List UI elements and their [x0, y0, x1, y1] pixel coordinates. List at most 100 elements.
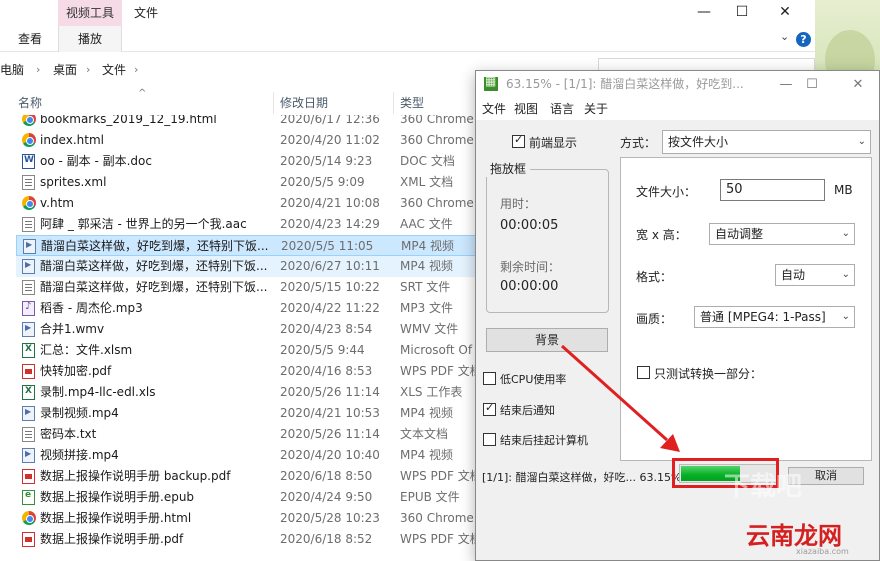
dialog-title: 63.15% - [1/1]: 醋溜白菜这样做，好吃到... [506, 77, 744, 91]
ribbon-help-area: ⌄ ? [780, 26, 816, 52]
help-icon[interactable]: ? [796, 32, 811, 47]
file-row[interactable]: 醋溜白菜这样做，好吃到爆，还特别下饭... 2020/6/27 10:11 MP4 … [16, 256, 475, 277]
dimensions-label: 宽 x 高： [636, 228, 687, 242]
media-file-icon [23, 239, 36, 254]
file-row[interactable]: 数据上报操作说明手册.epub 2020/4/24 9:50 EPUB 文件 [16, 487, 475, 508]
column-divider[interactable] [393, 92, 394, 114]
menu-language[interactable]: 语言 [550, 98, 574, 120]
chrome-file-icon [22, 115, 36, 126]
chevron-down-icon[interactable]: ⌄ [780, 30, 789, 43]
breadcrumb-separator-icon[interactable]: › [36, 58, 40, 82]
file-row[interactable]: 录制视频.mp4 2020/4/21 10:53 MP4 视频 [16, 403, 475, 424]
file-name: 醋溜白菜这样做，好吃到爆，还特别下饭... [40, 259, 268, 273]
text-file-icon [22, 427, 35, 442]
hibernate-checkbox[interactable] [483, 433, 496, 446]
xls-file-icon [22, 343, 35, 358]
format-value: 自动 [781, 268, 806, 282]
column-name[interactable]: 名称 [18, 92, 42, 114]
file-date: 2020/5/5 11:05 [281, 239, 374, 253]
file-row[interactable]: 录制.mp4-llc-edl.xls 2020/5/26 11:14 XLS 工作表 [16, 382, 475, 403]
breadcrumb-separator-icon[interactable]: › [86, 58, 90, 82]
breadcrumb-files[interactable]: 文件 [102, 58, 126, 82]
front-display-checkbox[interactable] [512, 133, 525, 148]
menu-file[interactable]: 文件 [482, 98, 506, 120]
tab-file[interactable]: 文件 [134, 0, 158, 26]
column-type[interactable]: 类型 [400, 92, 424, 114]
file-name: 稻香 - 周杰伦.mp3 [40, 301, 143, 315]
file-row[interactable]: 醋溜白菜这样做，好吃到爆，还特别下饭... 2020/5/5 11:05 MP4 视… [16, 235, 475, 256]
low-cpu-checkbox[interactable] [483, 372, 496, 385]
chevron-down-icon: ⌄ [841, 228, 850, 239]
file-row[interactable]: 视频拼接.mp4 2020/4/20 10:40 MP4 视频 [16, 445, 475, 466]
tab-view[interactable]: 查看 [18, 26, 42, 52]
close-button[interactable]: ✕ [762, 0, 808, 26]
maximize-button[interactable]: ☐ [719, 0, 765, 26]
file-date: 2020/5/28 10:23 [280, 511, 380, 525]
file-row[interactable]: 密码本.txt 2020/5/26 11:14 文本文档 [16, 424, 475, 445]
text-file-icon [22, 175, 35, 190]
file-type: WMV 文件 [400, 322, 459, 336]
file-row[interactable]: sprites.xml 2020/5/5 9:09 XML 文档 [16, 172, 475, 193]
background-button[interactable]: 背景 [486, 328, 608, 352]
menu-about[interactable]: 关于 [584, 98, 608, 120]
breadcrumb-computer[interactable]: 电脑 [0, 58, 24, 82]
file-type: MP4 视频 [400, 259, 454, 273]
breadcrumb-separator-icon[interactable]: › [134, 58, 138, 82]
mode-select[interactable]: 按文件大小 ⌄ [662, 130, 871, 154]
app-icon [484, 74, 498, 91]
quality-value: 普通 [MPEG4: 1-Pass] [700, 310, 826, 324]
watermark-logo: 云南龙网 xiazaiba.com [746, 516, 876, 556]
media-file-icon [22, 259, 35, 274]
file-date: 2020/4/21 10:53 [280, 406, 380, 420]
menu-view[interactable]: 视图 [514, 98, 538, 120]
file-name: v.htm [40, 196, 74, 210]
file-date: 2020/4/21 10:08 [280, 196, 380, 210]
file-type: WPS PDF 文档 [400, 364, 475, 378]
file-row[interactable]: bookmarks_2019_12_19.html 2020/6/17 12:36… [16, 115, 475, 130]
mode-value: 按文件大小 [668, 135, 729, 149]
tab-playback[interactable]: 播放 [58, 26, 122, 52]
file-type: XML 文档 [400, 175, 454, 189]
file-row[interactable]: 数据上报操作说明手册.pdf 2020/6/18 8:52 WPS PDF 文档 [16, 529, 475, 550]
format-select[interactable]: 自动 ⌄ [775, 264, 855, 286]
test-part-checkbox[interactable] [637, 366, 650, 379]
file-row[interactable]: 汇总：文件.xlsm 2020/5/5 9:44 Microsoft Of [16, 340, 475, 361]
file-row[interactable]: 快转加密.pdf 2020/4/16 8:53 WPS PDF 文档 [16, 361, 475, 382]
file-row[interactable]: 数据上报操作说明手册 backup.pdf 2020/6/18 8:50 WPS P… [16, 466, 475, 487]
file-type: DOC 文档 [400, 154, 455, 168]
dialog-titlebar[interactable]: 63.15% - [1/1]: 醋溜白菜这样做，好吃到... — ☐ ✕ [476, 71, 879, 98]
ribbon-tab-bar: 视频工具 文件 — ☐ ✕ [0, 0, 880, 26]
dialog-maximize-button[interactable]: ☐ [799, 71, 825, 98]
file-name: oo - 副本 - 副本.doc [40, 154, 152, 168]
file-row[interactable]: 合并1.wmv 2020/4/23 8:54 WMV 文件 [16, 319, 475, 340]
file-date: 2020/4/22 11:22 [280, 301, 380, 315]
file-row[interactable]: 阿肆 _ 郭采洁 - 世界上的另一个我.aac 2020/4/23 14:29 AA… [16, 214, 475, 235]
dialog-close-button[interactable]: ✕ [845, 71, 871, 98]
filesize-input[interactable]: 50 [720, 179, 825, 201]
front-display-label: 前端显示 [529, 136, 578, 150]
file-row[interactable]: 醋溜白菜这样做，好吃到爆，还特别下饭... 2020/5/15 10:22 SRT … [16, 277, 475, 298]
file-row[interactable]: 数据上报操作说明手册.html 2020/5/28 10:23 360 Chrome… [16, 508, 475, 529]
file-row[interactable]: v.htm 2020/4/21 10:08 360 Chrome [16, 193, 475, 214]
notify-label: 结束后通知 [500, 404, 555, 417]
column-divider[interactable] [273, 92, 274, 114]
notify-checkbox[interactable] [483, 401, 496, 416]
quality-select[interactable]: 普通 [MPEG4: 1-Pass] ⌄ [694, 306, 855, 328]
file-date: 2020/6/17 12:36 [280, 115, 380, 126]
drop-box[interactable]: 用时： 00:00:05 剩余时间： 00:00:00 [486, 169, 609, 313]
address-bar[interactable]: 电脑 › 桌面 › 文件 › [0, 58, 470, 82]
wmv-file-icon [22, 322, 35, 337]
dialog-minimize-button[interactable]: — [773, 71, 799, 98]
file-row[interactable]: 稻香 - 周杰伦.mp3 2020/4/22 11:22 MP3 文件 [16, 298, 475, 319]
file-date: 2020/5/26 11:14 [280, 427, 380, 441]
column-date[interactable]: 修改日期 [280, 92, 328, 114]
breadcrumb-desktop[interactable]: 桌面 [53, 58, 77, 82]
file-row[interactable]: index.html 2020/4/20 11:02 360 Chrome [16, 130, 475, 151]
file-date: 2020/5/14 9:23 [280, 154, 373, 168]
dimensions-select[interactable]: 自动调整 ⌄ [709, 223, 855, 245]
file-row[interactable]: oo - 副本 - 副本.doc 2020/5/14 9:23 DOC 文档 [16, 151, 475, 172]
chrome-file-icon [22, 133, 36, 147]
file-date: 2020/6/18 8:50 [280, 469, 373, 483]
file-date: 2020/4/20 11:02 [280, 133, 380, 147]
tab-video-tools[interactable]: 视频工具 [58, 0, 122, 26]
